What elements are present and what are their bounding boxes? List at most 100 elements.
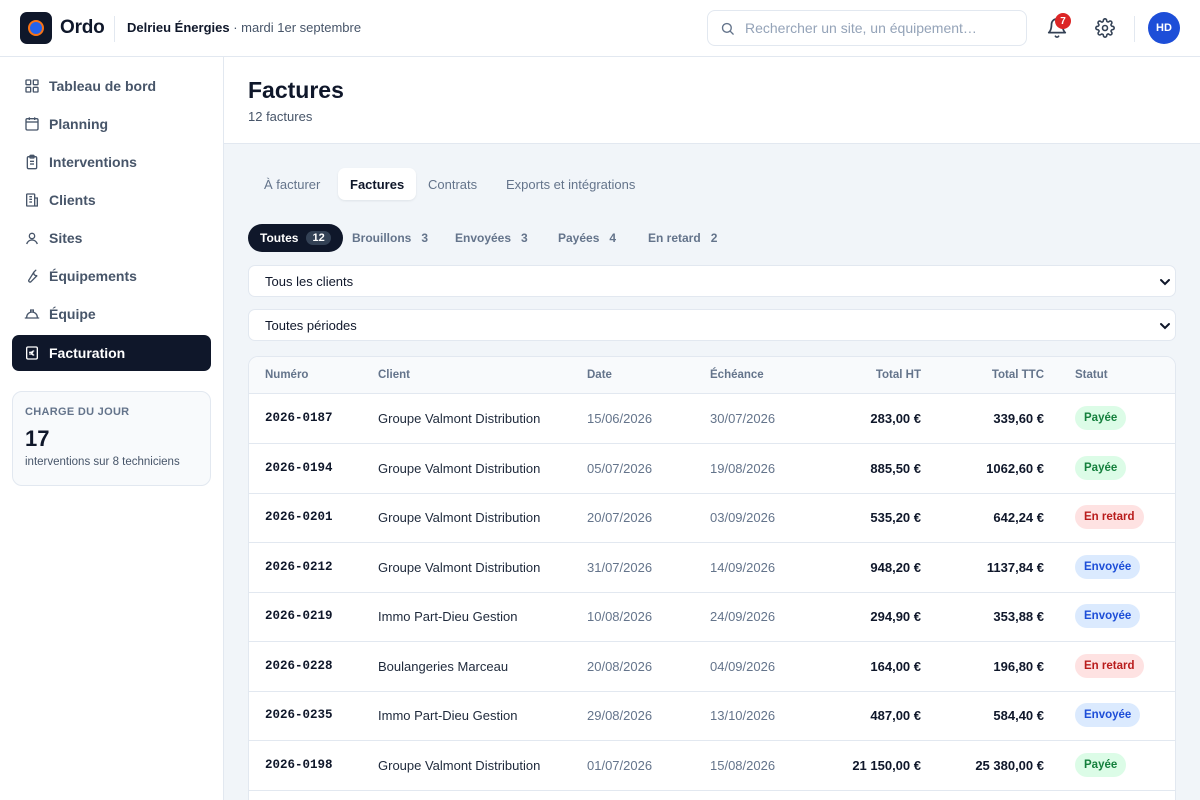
tab-a-facturer[interactable]: À facturer xyxy=(252,168,332,200)
table-row[interactable]: 2026-0187 Groupe Valmont Distribution 15/0… xyxy=(249,394,1175,444)
status-badge: En retard xyxy=(1075,653,1144,678)
client-name: Immo Part-Dieu Gestion xyxy=(378,609,518,624)
tab-contrats[interactable]: Contrats xyxy=(416,168,489,200)
column-header-client[interactable]: Client xyxy=(378,369,410,381)
total-ttc: 642,24 € xyxy=(993,510,1044,525)
daily-load-caption: interventions sur 8 techniciens xyxy=(25,456,180,468)
notification-count-badge: 7 xyxy=(1055,13,1071,29)
filter-chip-en-retard[interactable]: En retard 2 xyxy=(636,224,729,252)
sidebar-item-planning[interactable]: Planning xyxy=(12,106,211,142)
column-header-total-ht[interactable]: Total HT xyxy=(876,369,921,381)
filter-chip-payees[interactable]: Payées 4 xyxy=(546,224,628,252)
due-date: 24/09/2026 xyxy=(710,609,776,624)
table-row[interactable]: 2026-0219 Immo Part-Dieu Gestion 10/08/202… xyxy=(249,592,1175,642)
filter-chip-envoyees[interactable]: Envoyées 3 xyxy=(443,224,540,252)
invoice-number[interactable]: 2026-0194 xyxy=(265,461,333,475)
brand-name: Ordo xyxy=(60,17,105,38)
total-ht: 21 150,00 € xyxy=(852,757,921,773)
chip-count: 2 xyxy=(710,231,718,245)
status-badge: En retard xyxy=(1075,505,1144,529)
sidebar-item-label: Tableau de bord xyxy=(49,78,157,94)
due-date: 30/07/2026 xyxy=(710,411,776,426)
due-date: 04/09/2026 xyxy=(710,658,776,674)
daily-load-card: CHARGE DU JOUR 17 interventions sur 8 te… xyxy=(12,391,211,486)
due-date: 15/08/2026 xyxy=(710,757,776,773)
logo-mark xyxy=(28,20,44,36)
sidebar-item-equipe[interactable]: Équipe xyxy=(12,296,211,332)
period-filter-select[interactable]: Toutes périodes xyxy=(248,309,1176,341)
sidebar-item-interventions[interactable]: Interventions xyxy=(12,144,211,180)
sidebar-item-label: Sites xyxy=(49,230,83,246)
total-ttc: 339,60 € xyxy=(993,411,1044,426)
invoice-date: 01/07/2026 xyxy=(587,757,653,773)
logo[interactable] xyxy=(20,12,52,44)
sidebar-item-equipements[interactable]: Équipements xyxy=(12,258,211,294)
invoice-number[interactable]: 2026-0212 xyxy=(265,560,333,574)
search-input[interactable] xyxy=(745,20,1005,36)
daily-load-label: CHARGE DU JOUR xyxy=(25,406,130,418)
status-badge: Envoyée xyxy=(1075,554,1141,579)
status-badge: Payée xyxy=(1075,406,1127,430)
column-header-date[interactable]: Date xyxy=(587,369,612,381)
table-header: Numéro Client Date Échéance Total HT Tot… xyxy=(249,357,1175,394)
table-row[interactable]: 2026-0201 Groupe Valmont Distribution 20/0… xyxy=(249,493,1175,543)
search-box[interactable] xyxy=(707,10,1027,46)
status-badge: Envoyée xyxy=(1075,703,1141,727)
total-ttc: 353,88 € xyxy=(993,609,1044,624)
table-row[interactable]: 2026-0212 Groupe Valmont Distribution 31/0… xyxy=(249,543,1175,593)
invoice-date: 20/08/2026 xyxy=(587,658,653,674)
due-date: 03/09/2026 xyxy=(710,510,776,525)
gear-icon[interactable] xyxy=(1095,18,1115,38)
column-header-echeance[interactable]: Échéance xyxy=(710,369,764,381)
total-ttc: 196,80 € xyxy=(993,658,1044,674)
client-filter-value: Tous les clients xyxy=(265,273,354,289)
client-name: Groupe Valmont Distribution xyxy=(378,411,541,426)
page-title: Factures xyxy=(248,77,344,103)
map-pin-icon xyxy=(26,232,38,245)
client-name: Groupe Valmont Distribution xyxy=(378,757,541,773)
chip-label: Brouillons xyxy=(352,231,412,245)
tab-factures[interactable]: Factures xyxy=(338,168,417,200)
tab-exports[interactable]: Exports et intégrations xyxy=(494,168,647,200)
sidebar-item-sites[interactable]: Sites xyxy=(12,220,211,256)
sidebar-item-facturation[interactable]: Facturation xyxy=(12,335,211,371)
invoice-number[interactable]: 2026-0187 xyxy=(265,411,333,425)
client-name: Immo Part-Dieu Gestion xyxy=(378,708,518,723)
table-row[interactable]: 2026-0228 Boulangeries Marceau 20/08/2026 0… xyxy=(249,642,1175,692)
table-row[interactable]: 2026-0198 Groupe Valmont Distribution 01/0… xyxy=(249,741,1175,791)
chip-label: Payées xyxy=(558,231,600,245)
sidebar-item-label: Équipements xyxy=(49,268,137,284)
client-filter-select[interactable]: Tous les clients xyxy=(248,265,1176,297)
chip-count: 4 xyxy=(609,231,617,245)
invoice-number[interactable]: 2026-0228 xyxy=(265,659,333,673)
invoice-date: 29/08/2026 xyxy=(587,708,653,723)
table-row[interactable]: 2026-0194 Groupe Valmont Distribution 05/0… xyxy=(249,444,1175,494)
daily-load-value: 17 xyxy=(25,426,50,451)
chip-count: 3 xyxy=(421,231,429,245)
dashboard-icon xyxy=(25,79,39,93)
sidebar-item-label: Facturation xyxy=(49,345,126,361)
avatar[interactable]: HD xyxy=(1148,12,1180,44)
invoice-date: 05/07/2026 xyxy=(587,460,653,476)
column-header-statut[interactable]: Statut xyxy=(1075,369,1108,381)
client-name: Boulangeries Marceau xyxy=(378,658,509,674)
table-row[interactable]: 2026-0235 Immo Part-Dieu Gestion 29/08/202… xyxy=(249,691,1175,741)
chip-count: 12 xyxy=(306,231,331,245)
invoice-number[interactable]: 2026-0219 xyxy=(265,609,333,623)
calendar-icon xyxy=(25,117,39,131)
total-ttc: 1062,60 € xyxy=(986,460,1044,476)
filter-chip-brouillons[interactable]: Brouillons 3 xyxy=(340,224,440,252)
column-header-total-ttc[interactable]: Total TTC xyxy=(992,369,1044,381)
invoice-number[interactable]: 2026-0235 xyxy=(265,708,333,722)
sidebar-item-label: Planning xyxy=(49,116,109,132)
filter-chip-toutes[interactable]: Toutes 12 xyxy=(248,224,343,252)
invoice-date: 15/06/2026 xyxy=(587,411,653,426)
invoice-number[interactable]: 2026-0198 xyxy=(265,758,333,772)
status-badge: Payée xyxy=(1075,455,1127,480)
sidebar-item-clients[interactable]: Clients xyxy=(12,182,211,218)
sidebar-item-tableau-de-bord[interactable]: Tableau de bord xyxy=(12,68,211,104)
sidebar-item-label: Équipe xyxy=(49,306,96,322)
invoice-number[interactable]: 2026-0201 xyxy=(265,510,333,524)
column-header-numero[interactable]: Numéro xyxy=(265,369,308,381)
divider xyxy=(1134,16,1135,42)
